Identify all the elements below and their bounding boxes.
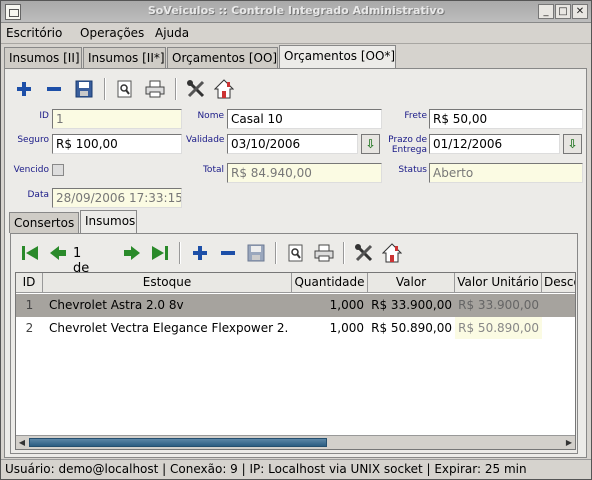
row-quantidade: 1,000 — [329, 298, 364, 312]
tab-insumos[interactable]: Insumos — [80, 210, 137, 233]
tools-icon[interactable] — [185, 78, 207, 100]
home-icon[interactable] — [213, 78, 235, 100]
toolbar-separator — [175, 78, 177, 100]
prazo-date-button[interactable]: ⇩ — [563, 134, 582, 154]
col-header-desconto[interactable]: Desco — [542, 273, 575, 293]
status-label: Status — [398, 165, 427, 175]
minimize-button[interactable]: _ — [538, 4, 554, 19]
close-button[interactable]: ✕ — [572, 4, 588, 19]
preview-icon[interactable] — [114, 78, 136, 100]
home-item-icon[interactable] — [381, 242, 403, 264]
data-label: Data — [27, 190, 50, 200]
prazo-field[interactable]: 01/12/2006 — [429, 134, 560, 154]
col-header-quantidade[interactable]: Quantidade — [292, 273, 368, 293]
scroll-right-icon[interactable]: ▶ — [563, 437, 575, 448]
total-field[interactable]: R$ 84.940,00 — [227, 163, 382, 183]
validade-field[interactable]: 03/10/2006 — [227, 134, 358, 154]
insumos-table[interactable]: ID Estoque Quantidade Valor Valor Unitár… — [15, 272, 576, 450]
toolbar-separator — [275, 242, 277, 264]
row-valor: R$ 50.890,00 — [371, 321, 452, 335]
prazo-label-line1: Prazo de — [388, 135, 427, 145]
seguro-field[interactable]: R$ 100,00 — [52, 134, 182, 154]
save-item-icon[interactable] — [245, 242, 267, 264]
last-record-icon[interactable] — [149, 242, 171, 264]
vencido-label: Vencido — [13, 165, 49, 175]
prazo-label-line2: Entrega — [391, 145, 427, 155]
frete-label: Frete — [404, 111, 427, 121]
window-title: SoVeiculos :: Controle Integrado Adminis… — [147, 4, 445, 17]
menu-ajuda[interactable]: Ajuda — [155, 26, 189, 40]
tab-orcamentos-oo-star[interactable]: Orçamentos [OO*] — [279, 45, 396, 68]
row-id: 1 — [25, 298, 34, 312]
add-icon[interactable] — [13, 78, 35, 100]
col-header-valor[interactable]: Valor — [368, 273, 455, 293]
print-item-icon[interactable] — [313, 242, 335, 264]
tab-orcamentos-oo[interactable]: Orçamentos [OO] — [167, 47, 278, 68]
col-header-valor-unitario[interactable]: Valor Unitário — [455, 273, 542, 293]
row-estoque: Chevrolet Vectra Elegance Flexpower 2.0 — [49, 321, 289, 335]
id-field[interactable]: 1 — [52, 109, 182, 129]
menu-bar: Escritório Operações Ajuda — [1, 23, 591, 44]
row-valor-unitario: R$ 50.890,00 — [455, 317, 542, 339]
total-label: Total — [202, 165, 224, 175]
previous-record-icon[interactable] — [47, 242, 69, 264]
table-row[interactable]: 1 Chevrolet Astra 2.0 8v 1,000 R$ 33.900… — [16, 294, 575, 317]
vencido-checkbox[interactable] — [52, 164, 64, 176]
first-record-icon[interactable] — [19, 242, 41, 264]
remove-icon[interactable] — [43, 78, 65, 100]
tools-item-icon[interactable] — [353, 242, 375, 264]
toolbar-separator — [343, 242, 345, 264]
seguro-label: Seguro — [17, 135, 49, 145]
data-field[interactable]: 28/09/2006 17:33:15 — [52, 188, 182, 208]
scroll-left-icon[interactable]: ◀ — [16, 437, 28, 448]
table-row[interactable]: 2 Chevrolet Vectra Elegance Flexpower 2.… — [16, 317, 575, 340]
tab-consertos[interactable]: Consertos — [9, 212, 79, 233]
row-valor-unitario: R$ 33.900,00 — [458, 298, 539, 312]
add-item-icon[interactable] — [189, 242, 211, 264]
validade-label: Validade — [186, 135, 225, 145]
prazo-label: Prazo de Entrega — [388, 135, 427, 155]
row-valor: R$ 33.900,00 — [371, 298, 452, 312]
next-record-icon[interactable] — [121, 242, 143, 264]
remove-item-icon[interactable] — [217, 242, 239, 264]
print-icon[interactable] — [144, 78, 166, 100]
menu-operacoes[interactable]: Operações — [80, 26, 144, 40]
maximize-button[interactable]: □ — [555, 4, 571, 19]
scrollbar-thumb[interactable] — [29, 438, 327, 447]
tab-insumos-ii-star[interactable]: Insumos [II*] — [83, 47, 166, 68]
row-estoque: Chevrolet Astra 2.0 8v — [49, 298, 184, 312]
nome-label: Nome — [197, 111, 224, 121]
preview-item-icon[interactable] — [285, 242, 307, 264]
row-id: 2 — [25, 321, 34, 335]
save-icon[interactable] — [73, 78, 95, 100]
row-quantidade: 1,000 — [329, 321, 364, 335]
status-bar: Usuário: demo@localhost | Conexão: 9 | I… — [1, 459, 591, 479]
toolbar-separator — [104, 78, 106, 100]
nome-field[interactable]: Casal 10 — [227, 109, 382, 129]
id-label: ID — [39, 111, 49, 121]
title-bar: SoVeiculos :: Controle Integrado Adminis… — [1, 1, 591, 23]
frete-field[interactable]: R$ 50,00 — [429, 109, 583, 129]
horizontal-scrollbar[interactable]: ◀ ▶ — [16, 435, 575, 449]
col-header-id[interactable]: ID — [16, 273, 43, 293]
toolbar-separator — [179, 242, 181, 264]
col-header-estoque[interactable]: Estoque — [43, 273, 292, 293]
menu-escritorio[interactable]: Escritório — [6, 26, 62, 40]
status-field[interactable]: Aberto — [429, 163, 583, 183]
validade-date-button[interactable]: ⇩ — [361, 134, 380, 154]
main-window: SoVeiculos :: Controle Integrado Adminis… — [0, 0, 592, 480]
tab-insumos-ii[interactable]: Insumos [II] — [4, 47, 82, 68]
insumos-subpanel: 1 de ? — [10, 233, 578, 454]
